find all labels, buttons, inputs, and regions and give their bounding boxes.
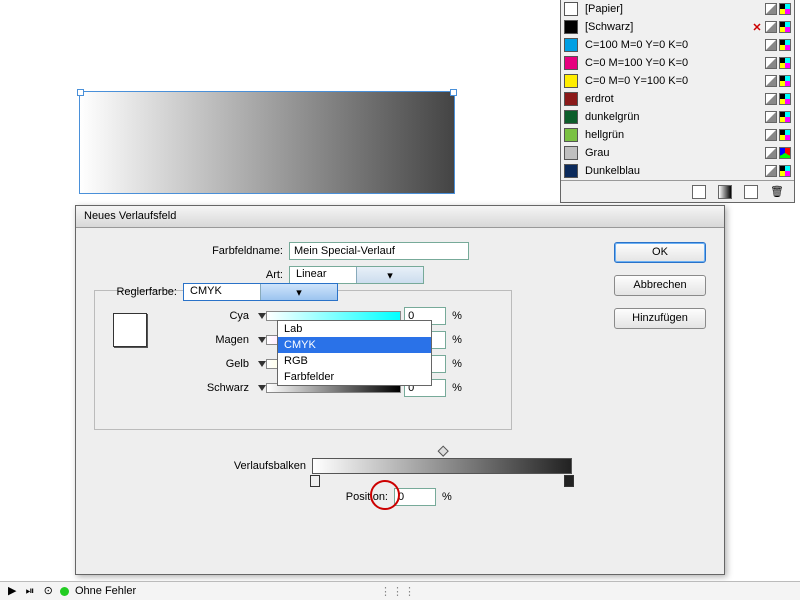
gradient-stop-right[interactable] <box>564 475 574 487</box>
canvas-gradient-rect[interactable] <box>79 91 455 194</box>
position-input[interactable] <box>394 488 436 506</box>
gradient-ramp-label: Verlaufsbalken <box>94 460 312 472</box>
dd-option-swatches[interactable]: Farbfelder <box>278 369 431 385</box>
new-gradient-icon[interactable] <box>718 185 732 199</box>
stopcolor-label: Reglerfarbe: <box>99 286 183 298</box>
cancel-button[interactable]: Abbrechen <box>614 275 706 296</box>
status-text: Ohne Fehler <box>75 585 136 597</box>
add-button[interactable]: Hinzufügen <box>614 308 706 329</box>
swatches-footer: 🗑 <box>561 180 794 202</box>
trash-icon[interactable]: 🗑 <box>770 185 784 199</box>
new-gradient-dialog: Neues Verlaufsfeld Farbfeldname: Art: Li… <box>75 205 725 575</box>
swatch-row[interactable]: hellgrün <box>561 126 794 144</box>
play-icon[interactable]: ▶ ⏯ ⊙ <box>8 584 53 598</box>
dd-option-rgb[interactable]: RGB <box>278 353 431 369</box>
swatch-row[interactable]: dunkelgrün <box>561 108 794 126</box>
stopcolor-combo[interactable]: CMYK▾ <box>183 283 338 301</box>
type-combo[interactable]: Linear▾ <box>289 266 424 284</box>
gradient-stop-left[interactable] <box>310 475 320 487</box>
swatch-row[interactable]: Grau <box>561 144 794 162</box>
swatch-row[interactable]: C=0 M=100 Y=0 K=0 <box>561 54 794 72</box>
type-label: Art: <box>94 269 289 281</box>
ok-button[interactable]: OK <box>614 242 706 263</box>
gradient-ramp[interactable] <box>312 458 572 474</box>
status-bar: ▶ ⏯ ⊙ Ohne Fehler ⋮⋮⋮ <box>0 581 800 600</box>
stopcolor-dropdown-list: Lab CMYK RGB Farbfelder <box>277 320 432 386</box>
name-label: Farbfeldname: <box>94 245 289 257</box>
position-label: Position: <box>94 491 394 503</box>
swatches-panel: [Papier] [Schwarz]✕ C=100 M=0 Y=0 K=0 C=… <box>560 0 795 203</box>
swatch-row[interactable]: Dunkelblau <box>561 162 794 180</box>
dd-option-lab[interactable]: Lab <box>278 321 431 337</box>
swatch-row[interactable]: C=0 M=0 Y=100 K=0 <box>561 72 794 90</box>
chevron-down-icon: ▾ <box>356 267 423 283</box>
dd-option-cmyk[interactable]: CMYK <box>278 337 431 353</box>
swatch-row[interactable]: [Schwarz]✕ <box>561 18 794 36</box>
swatch-row[interactable]: erdrot <box>561 90 794 108</box>
black-label: Schwarz <box>105 382 255 394</box>
stop-color-preview[interactable] <box>113 313 147 347</box>
swatch-display-icon[interactable] <box>692 185 706 199</box>
dialog-title: Neues Verlaufsfeld <box>76 206 724 228</box>
new-swatch-icon[interactable] <box>744 185 758 199</box>
swatch-row[interactable]: [Papier] <box>561 0 794 18</box>
chevron-down-icon: ▾ <box>260 284 337 300</box>
yellow-label: Gelb <box>105 358 255 370</box>
swatch-name-input[interactable] <box>289 242 469 260</box>
resize-grip-icon[interactable]: ⋮⋮⋮ <box>380 585 416 598</box>
delete-x-icon: ✕ <box>751 21 763 34</box>
midpoint-diamond-icon[interactable] <box>438 446 449 457</box>
status-dot-icon <box>60 587 69 596</box>
swatch-row[interactable]: C=100 M=0 Y=0 K=0 <box>561 36 794 54</box>
